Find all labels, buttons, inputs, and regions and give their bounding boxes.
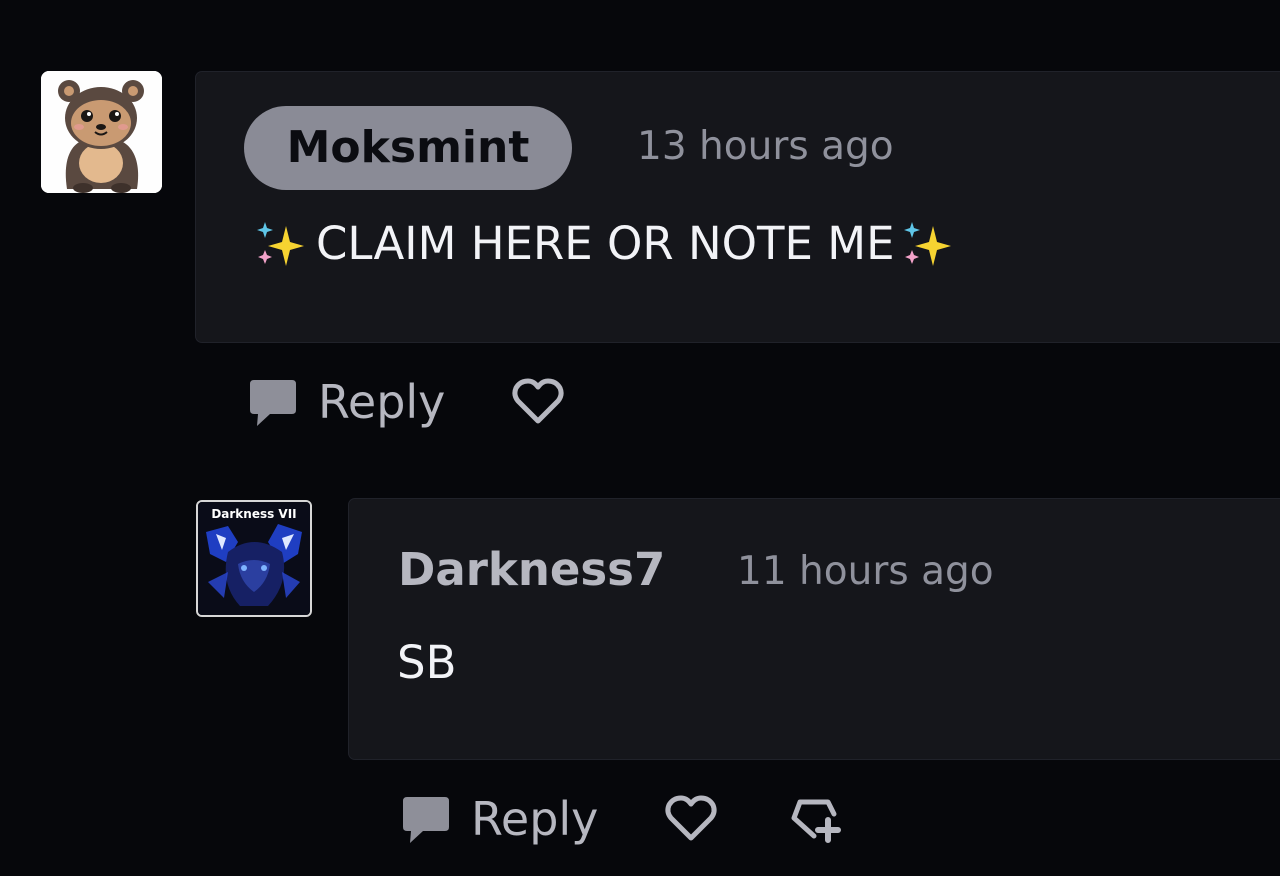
comment-body: CLAIM HERE OR NOTE ME [252, 216, 955, 272]
reply-card: Darkness7 11 hours ago SB [348, 498, 1280, 760]
reply-label: Reply [318, 375, 446, 429]
heart-icon[interactable] [662, 790, 720, 848]
reply-username[interactable]: Darkness7 [398, 541, 665, 599]
heart-plus-icon[interactable] [786, 790, 844, 848]
heart-icon[interactable] [509, 373, 567, 431]
username-badge[interactable]: Moksmint [244, 106, 572, 190]
reply-button[interactable]: Reply [397, 791, 598, 847]
sparkles-emoji-icon [899, 216, 955, 272]
reply-label: Reply [471, 792, 599, 846]
avatar-caption: Darkness VII [211, 507, 296, 521]
reply-timestamp[interactable]: 11 hours ago [737, 547, 994, 597]
comment-text: CLAIM HERE OR NOTE ME [316, 217, 895, 270]
sparkles-emoji-icon [252, 216, 308, 272]
reply-body: SB [397, 635, 456, 691]
comment-card: Moksmint 13 hours ago CLAIM HERE OR NOTE… [195, 71, 1280, 343]
reply-actions: Reply [397, 787, 844, 851]
comments-page: Moksmint 13 hours ago CLAIM HERE OR NOTE… [0, 0, 1280, 876]
reply-button[interactable]: Reply [244, 374, 445, 430]
avatar-moksmint[interactable] [41, 71, 162, 193]
speech-bubble-icon [397, 791, 453, 847]
comment-actions: Reply [244, 370, 567, 434]
avatar-darkness7[interactable]: Darkness VII [196, 500, 312, 617]
reply-text: SB [397, 636, 457, 689]
speech-bubble-icon [244, 374, 300, 430]
comment-timestamp[interactable]: 13 hours ago [637, 122, 894, 172]
dragon-avatar-icon: Darkness VII [198, 502, 310, 615]
bear-avatar-icon [41, 71, 162, 193]
